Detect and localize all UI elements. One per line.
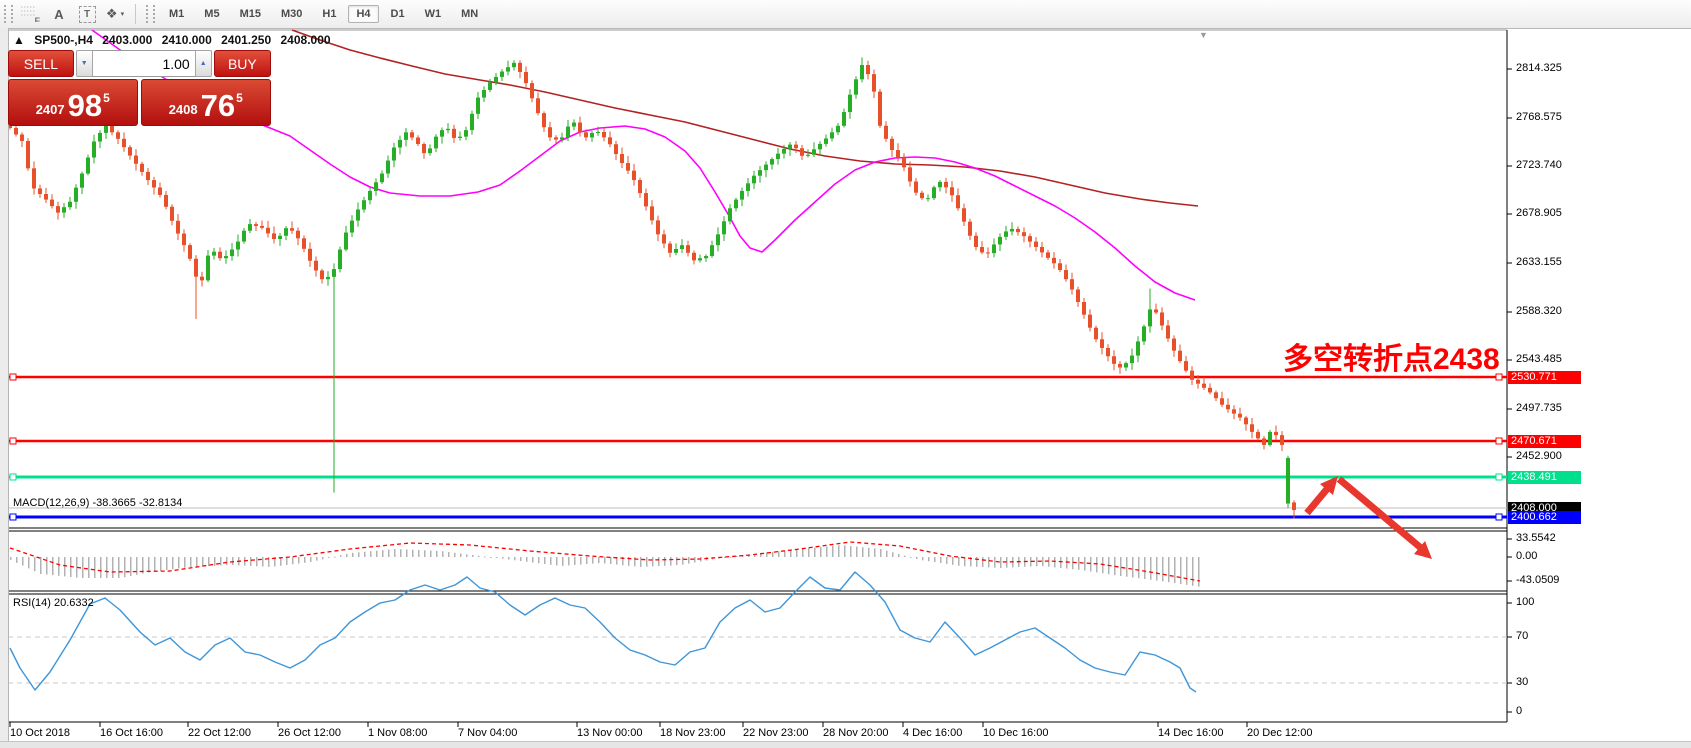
timeframe-h1[interactable]: H1 <box>314 5 344 23</box>
chart-header: ▲ SP500-,H4 2403.000 2410.000 2401.250 2… <box>13 33 337 47</box>
level-handle-1-1[interactable] <box>1496 438 1502 444</box>
rsi-tick-label: 70 <box>1516 630 1528 642</box>
mt4-window: { "toolbar": { "tools": [ {"name":"grid-… <box>0 0 1691 748</box>
time-tick-label: 20 Dec 12:00 <box>1247 727 1312 739</box>
time-tick-label: 18 Nov 23:00 <box>660 727 725 739</box>
sell-button[interactable]: SELL <box>8 50 74 77</box>
volume-decrease-button[interactable]: ▼ <box>76 50 93 77</box>
price-tick-label: 2497.735 <box>1516 402 1562 414</box>
level-handle-0-0[interactable] <box>10 374 16 380</box>
level-handle-2-0[interactable] <box>10 474 16 480</box>
time-tick-label: 13 Nov 00:00 <box>577 727 642 739</box>
volume-input[interactable] <box>93 50 195 77</box>
time-tick-label: 28 Nov 20:00 <box>823 727 888 739</box>
symbol-title: SP500-,H4 <box>34 33 93 47</box>
text-label-icon[interactable]: A <box>48 3 70 25</box>
time-tick-label: 10 Oct 2018 <box>10 727 70 739</box>
chart-shift-marker[interactable]: ▼ <box>1199 30 1208 40</box>
timeframe-m30[interactable]: M30 <box>273 5 310 23</box>
ohlc-high: 2410.000 <box>162 33 212 47</box>
sell-price-pips: 98 <box>68 91 102 121</box>
rsi-tick-label: 30 <box>1516 676 1528 688</box>
time-tick-label: 7 Nov 04:00 <box>458 727 517 739</box>
time-tick-label: 16 Oct 16:00 <box>100 727 163 739</box>
time-tick-label: 26 Oct 12:00 <box>278 727 341 739</box>
buy-price-display[interactable]: 2408 76 5 <box>141 79 272 126</box>
timeframe-h4[interactable]: H4 <box>348 5 378 23</box>
timeframe-mn[interactable]: MN <box>453 5 486 23</box>
sell-price-frac: 5 <box>103 91 110 105</box>
time-tick-label: 22 Oct 12:00 <box>188 727 251 739</box>
sell-price-main: 2407 <box>36 102 65 117</box>
timeframe-m1[interactable]: M1 <box>161 5 192 23</box>
rsi-indicator-label: RSI(14) 20.6332 <box>13 597 94 609</box>
toolbar-grip-2[interactable] <box>146 5 155 23</box>
time-tick-label: 4 Dec 16:00 <box>903 727 962 739</box>
level-price-badge: 2470.671 <box>1508 435 1581 448</box>
level-price-badge: 2438.491 <box>1508 471 1581 484</box>
price-tick-label: 2723.740 <box>1516 159 1562 171</box>
level-handle-1-0[interactable] <box>10 438 16 444</box>
buy-button[interactable]: BUY <box>214 50 271 77</box>
price-tick-label: 2543.485 <box>1516 353 1562 365</box>
price-tick-label: 2452.900 <box>1516 450 1562 462</box>
ohlc-low: 2401.250 <box>221 33 271 47</box>
annotation-text[interactable]: 多空转折点2438 <box>1283 334 1500 378</box>
price-tick-label: 2633.155 <box>1516 256 1562 268</box>
window-left-edge <box>0 28 9 742</box>
buy-price-frac: 5 <box>236 91 243 105</box>
price-tick-label: 2588.320 <box>1516 305 1562 317</box>
toolbar: ···············F A T ❖ ▾ M1M5 M15M30H1H4 D… <box>0 0 1691 29</box>
toolbar-separator <box>135 4 136 24</box>
ohlc-close: 2408.000 <box>281 33 331 47</box>
level-price-badge: 2400.662 <box>1508 511 1581 524</box>
sell-price-display[interactable]: 2407 98 5 <box>8 79 138 126</box>
timeframe-bar: M1M5 M15M30H1H4 D1W1MN <box>159 5 488 23</box>
chevron-down-icon: ▾ <box>121 10 125 18</box>
volume-increase-button[interactable]: ▲ <box>195 50 212 77</box>
macd-tick-label: -43.0509 <box>1516 574 1559 586</box>
timeframe-d1[interactable]: D1 <box>383 5 413 23</box>
ohlc-open: 2403.000 <box>102 33 152 47</box>
indicator-grid-icon[interactable]: ···············F <box>20 3 42 25</box>
price-tick-label: 2678.905 <box>1516 207 1562 219</box>
macd-tick-label: 33.5542 <box>1516 532 1556 544</box>
objects-icon[interactable]: ❖ ▾ <box>104 3 126 25</box>
rsi-tick-label: 100 <box>1516 596 1534 608</box>
timeframe-w1[interactable]: W1 <box>417 5 450 23</box>
window-bottom-edge <box>0 741 1691 748</box>
time-tick-label: 14 Dec 16:00 <box>1158 727 1223 739</box>
buy-price-main: 2408 <box>169 102 198 117</box>
collapse-chart-icon[interactable]: ▲ <box>13 33 25 47</box>
buy-price-pips: 76 <box>201 91 235 121</box>
time-tick-label: 1 Nov 08:00 <box>368 727 427 739</box>
time-tick-label: 22 Nov 23:00 <box>743 727 808 739</box>
text-box-icon[interactable]: T <box>76 3 98 25</box>
level-handle-4-1[interactable] <box>1496 514 1502 520</box>
rsi-tick-label: 0 <box>1516 705 1522 717</box>
toolbar-grip[interactable] <box>4 5 13 23</box>
level-handle-2-1[interactable] <box>1496 474 1502 480</box>
price-tick-label: 2814.325 <box>1516 62 1562 74</box>
timeframe-m5[interactable]: M5 <box>196 5 227 23</box>
timeframe-m15[interactable]: M15 <box>232 5 269 23</box>
time-tick-label: 10 Dec 16:00 <box>983 727 1048 739</box>
price-tick-label: 2768.575 <box>1516 111 1562 123</box>
macd-indicator-label: MACD(12,26,9) -38.3665 -32.8134 <box>13 497 182 509</box>
level-handle-4-0[interactable] <box>10 514 16 520</box>
one-click-trading-panel: SELL ▼ ▲ BUY 2407 98 5 2408 76 5 <box>8 50 271 127</box>
level-price-badge: 2530.771 <box>1508 371 1581 384</box>
macd-tick-label: 0.00 <box>1516 550 1537 562</box>
